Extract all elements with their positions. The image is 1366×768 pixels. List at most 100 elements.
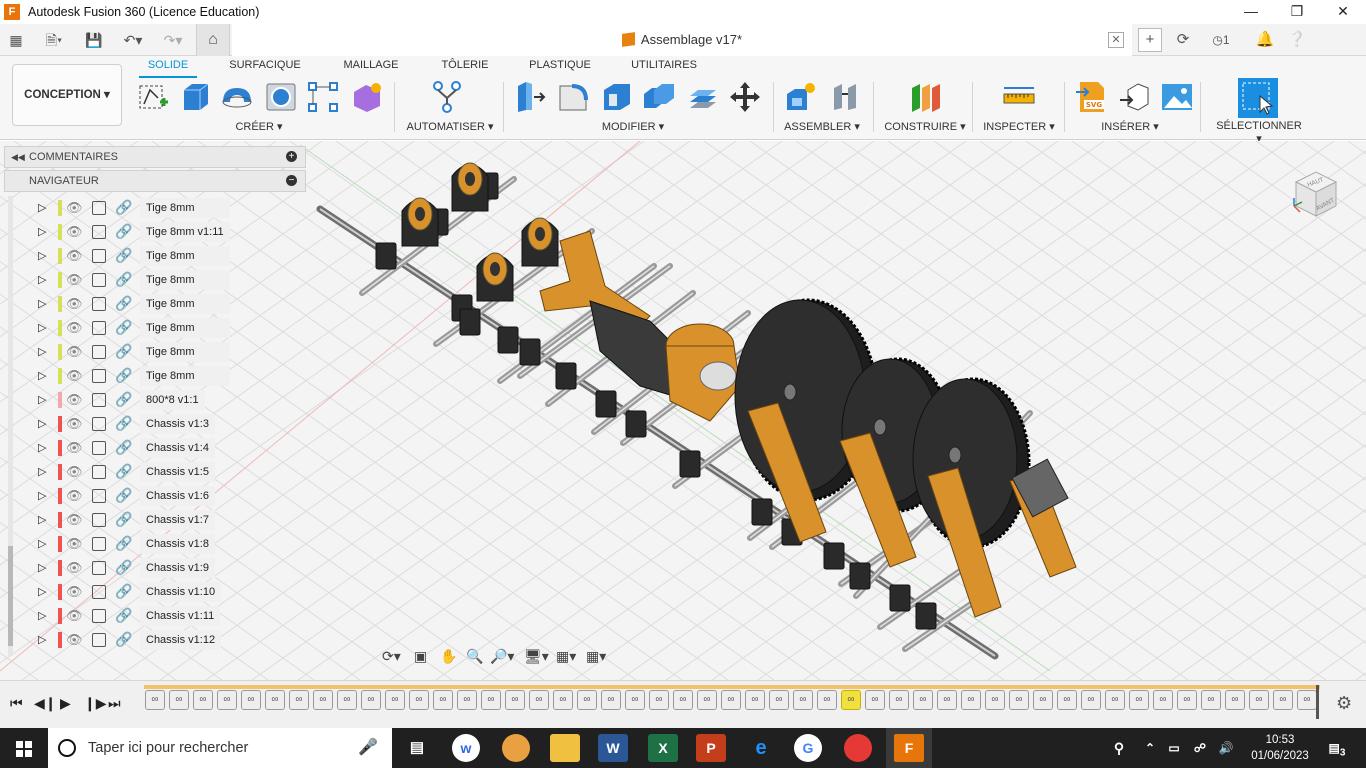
timeline-feature-icon[interactable]: ∞ [313, 690, 333, 710]
timeline-feature-icon[interactable]: ∞ [265, 690, 285, 710]
document-tab[interactable]: Assemblage v17* ✕ [232, 24, 1132, 56]
visibility-eye-icon[interactable]: 👁 [66, 632, 83, 648]
timeline-feature-icon[interactable]: ∞ [505, 690, 525, 710]
viewports-icon[interactable]: ▦▾ [586, 648, 606, 665]
link-icon[interactable]: 🔗 [115, 487, 133, 505]
excel-icon[interactable]: X [648, 734, 678, 762]
create-sketch-icon[interactable] [136, 80, 170, 114]
taskbar-app-landscape-icon[interactable] [502, 734, 530, 762]
browser-item[interactable]: ▷ 👁 🔗 800*8 v1:1 [0, 388, 230, 412]
browser-item-label[interactable]: Chassis v1:3 [140, 414, 215, 434]
browser-item[interactable]: ▷ 👁 🔗 Chassis v1:11 [0, 604, 230, 628]
expand-arrow-icon[interactable]: ▷ [38, 297, 46, 310]
expand-arrow-icon[interactable]: ▷ [38, 369, 46, 382]
timeline-feature-icon[interactable]: ∞ [625, 690, 645, 710]
viewcube[interactable]: HAUT AVANT [1288, 166, 1344, 222]
expand-arrow-icon[interactable]: ▷ [38, 417, 46, 430]
tab-plastique[interactable]: PLASTIQUE [524, 59, 596, 77]
comments-panel-header[interactable]: ◀◀ COMMENTAIRES + [4, 146, 306, 168]
browser-item-label[interactable]: Chassis v1:8 [140, 534, 215, 554]
timeline-feature-icon[interactable]: ∞ [1273, 690, 1293, 710]
offset-face-icon[interactable] [686, 80, 720, 114]
timeline-feature-icon[interactable]: ∞ [1081, 690, 1101, 710]
timeline-feature-icon[interactable]: ∞ [817, 690, 837, 710]
browser-item[interactable]: ▷ 👁 🔗 Tige 8mm v1:10 [0, 196, 230, 234]
timeline-feature-icon[interactable]: ∞ [1057, 690, 1077, 710]
play-icon[interactable]: ▶ [60, 695, 71, 712]
browser-item[interactable]: ▷ 👁 🔗 Tige 8mm v1:15 [0, 316, 230, 354]
go-to-end-icon[interactable]: ⏭ [108, 695, 121, 712]
group-automatiser[interactable]: AUTOMATISER ▾ [402, 120, 498, 133]
visibility-eye-icon[interactable]: 👁 [66, 608, 83, 624]
timeline-settings-gear-icon[interactable]: ⚙ [1336, 693, 1352, 714]
volume-icon[interactable]: 🔊 [1216, 734, 1236, 762]
expand-arrow-icon[interactable]: ▷ [38, 225, 46, 238]
timeline-feature-icon[interactable]: ∞ [841, 690, 861, 710]
timeline-feature-icon[interactable]: ∞ [1201, 690, 1221, 710]
expand-arrow-icon[interactable]: ▷ [38, 513, 46, 526]
timeline-feature-icon[interactable]: ∞ [601, 690, 621, 710]
browser-item-label[interactable]: Chassis v1:10 [140, 582, 222, 602]
expand-arrow-icon[interactable]: ▷ [38, 537, 46, 550]
fillet-icon[interactable] [556, 80, 590, 114]
expand-arrow-icon[interactable]: ▷ [38, 273, 46, 286]
expand-arrow-icon[interactable]: ▷ [38, 393, 46, 406]
timeline-feature-icon[interactable]: ∞ [337, 690, 357, 710]
timeline-feature-icon[interactable]: ∞ [937, 690, 957, 710]
browser-item[interactable]: ▷ 👁 🔗 Chassis v1:9 [0, 556, 230, 580]
link-icon[interactable]: 🔗 [115, 199, 133, 217]
shell-icon[interactable] [600, 80, 634, 114]
expand-arrow-icon[interactable]: ▷ [38, 585, 46, 598]
visibility-eye-icon[interactable]: 👁 [66, 224, 83, 240]
timeline-feature-icon[interactable]: ∞ [1153, 690, 1173, 710]
timeline-feature-icon[interactable]: ∞ [1009, 690, 1029, 710]
timeline-feature-icon[interactable]: ∞ [1297, 690, 1317, 710]
browser-item[interactable]: ▷ 👁 🔗 Chassis v1:8 [0, 532, 230, 556]
timeline-feature-icon[interactable]: ∞ [1249, 690, 1269, 710]
combine-icon[interactable] [642, 80, 676, 114]
fusion-taskbar-button[interactable]: F [886, 728, 932, 768]
battery-icon[interactable]: ▭ [1164, 734, 1184, 762]
timeline-feature-icon[interactable]: ∞ [1129, 690, 1149, 710]
save-icon[interactable]: 💾 [84, 29, 104, 51]
expand-arrow-icon[interactable]: ▷ [38, 201, 46, 214]
timeline-feature-icon[interactable]: ∞ [985, 690, 1005, 710]
maximize-button[interactable]: ❐ [1274, 0, 1320, 24]
expand-arrow-icon[interactable]: ▷ [38, 345, 46, 358]
assembly-model[interactable] [316, 162, 1077, 660]
insert-svg-icon[interactable]: SVG [1074, 80, 1108, 114]
browser-item-label[interactable]: Tige 8mm v1:14 [140, 294, 230, 330]
timeline-feature-icon[interactable]: ∞ [913, 690, 933, 710]
visibility-eye-icon[interactable]: 👁 [66, 344, 83, 360]
tab-solide[interactable]: SOLIDE [139, 59, 197, 77]
timeline-feature-icon[interactable]: ∞ [457, 690, 477, 710]
browser-item-label[interactable]: Chassis v1:11 [140, 606, 221, 626]
add-comment-icon[interactable]: + [286, 151, 297, 162]
visibility-eye-icon[interactable]: 👁 [66, 296, 83, 312]
microphone-icon[interactable]: 🎤 [358, 728, 378, 768]
browser-item-label[interactable]: Tige 8mm v1:11 [140, 222, 230, 242]
timeline-marker[interactable] [1316, 685, 1319, 719]
browser-item[interactable]: ▷ 👁 🔗 Tige 8mm v1:11 [0, 220, 230, 244]
pan-hand-icon[interactable]: ✋ [440, 648, 457, 665]
expand-arrow-icon[interactable]: ▷ [38, 441, 46, 454]
link-icon[interactable]: 🔗 [115, 631, 133, 649]
tab-tolerie[interactable]: TÔLERIE [436, 59, 494, 77]
expand-arrow-icon[interactable]: ▷ [38, 321, 46, 334]
minimize-button[interactable]: — [1228, 0, 1274, 24]
browser-item[interactable]: ▷ 👁 🔗 Chassis v1:12 [0, 628, 230, 652]
group-inspecter[interactable]: INSPECTER ▾ [980, 120, 1058, 133]
help-icon[interactable]: ❔ [1286, 28, 1308, 52]
browser-item[interactable]: ▷ 👁 🔗 Tige 8mm v1:14 [0, 292, 230, 330]
timeline-feature-icon[interactable]: ∞ [433, 690, 453, 710]
collapse-browser-icon[interactable]: − [286, 175, 297, 186]
visibility-eye-icon[interactable]: 👁 [66, 416, 83, 432]
extensions-icon[interactable]: ⟳ [1170, 28, 1196, 52]
file-menu-icon[interactable]: 🗎▾ [38, 29, 70, 51]
link-icon[interactable]: 🔗 [115, 319, 133, 337]
browser-item-label[interactable]: Chassis v1:7 [140, 510, 215, 530]
browser-item[interactable]: ▷ 👁 🔗 Chassis v1:7 [0, 508, 230, 532]
expand-arrow-icon[interactable]: ▷ [38, 561, 46, 574]
hole-icon[interactable] [264, 80, 298, 114]
visibility-eye-icon[interactable]: 👁 [66, 248, 83, 264]
